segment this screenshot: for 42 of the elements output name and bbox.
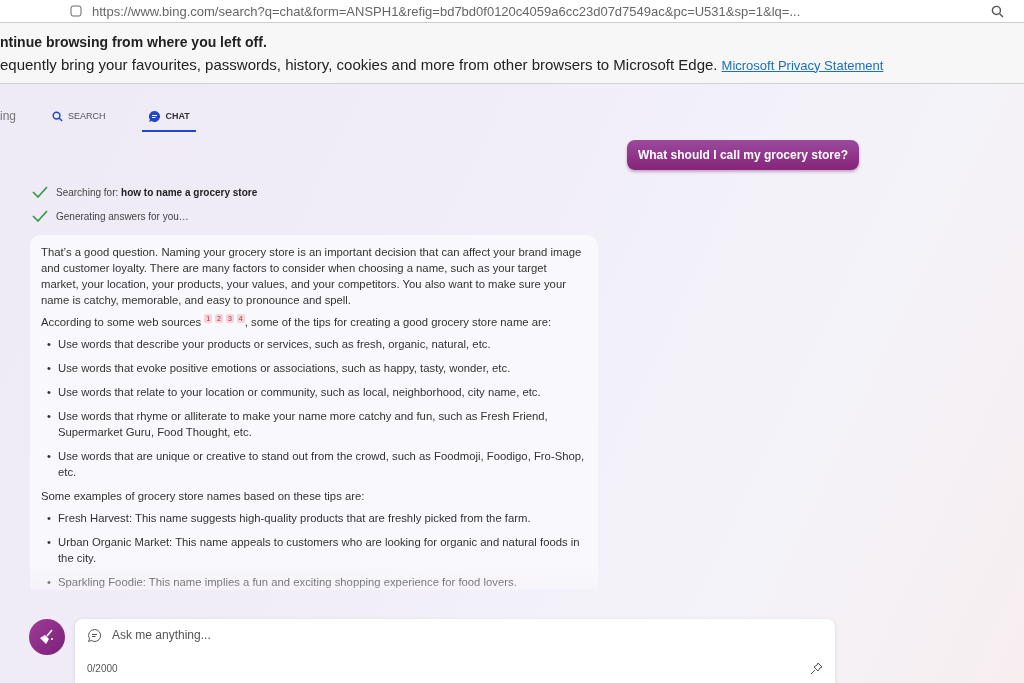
tab[interactable]: CHAT xyxy=(141,102,196,132)
example-item: Fresh Harvest: This name suggests high-quality products that are freshly picked from the farm. xyxy=(57,511,531,526)
tip-item: Use words that relate to your location or community, such as local, neighborhood, city name, etc. xyxy=(57,385,541,400)
checkmark-icon xyxy=(32,186,48,198)
tip-item: Use words that are unique or creative to stand out from the crowd, such as Foodmoji, Foodigo, Fro-Shop, etc. xyxy=(57,449,586,480)
banner-title: ntinue browsing from where you left off. xyxy=(0,33,268,50)
bullet: • xyxy=(47,361,51,376)
banner-message: equently bring your favourites, passwords, history, cookies and more from other browsers to Microsoft Edge. xyxy=(0,55,718,73)
bullet: • xyxy=(47,535,51,550)
chat-input-field[interactable]: Ask me anything... xyxy=(110,627,823,643)
bullet: • xyxy=(47,511,51,526)
progress-text: Generating answers for you… xyxy=(56,210,189,222)
chat-icon xyxy=(87,627,102,643)
bullet: • xyxy=(47,385,51,400)
page-icon xyxy=(70,5,82,17)
broom-icon xyxy=(38,628,56,646)
bullet: • xyxy=(47,337,51,352)
tip-item: Use words that evoke positive emotions or associations, such as happy, tasty, wonder, etc. xyxy=(57,361,511,376)
pin-icon[interactable] xyxy=(810,662,823,675)
search-icon[interactable] xyxy=(991,4,1004,18)
tab[interactable]: SEARCH xyxy=(46,102,112,132)
answer-paragraph: That’s a good question. Naming your grocery store is an important decision that can affect your brand image and customer loyalty. There are many factors to consider when choosing a name, such as your target market, your location, your products, your values, and your competitors. You also want to make sure your name is catchy, memorable, and easy to pronounce and spell. xyxy=(41,245,583,308)
tip-item: Use words that rhyme or alliterate to make your name more catchy and fun, such as Fresh Friend, Supermarket Guru, Food Thought, etc. xyxy=(57,409,549,440)
example-item: Urban Organic Market: This name appeals to customers who are looking for organic and natural foods in the city. xyxy=(57,535,581,566)
bullet: • xyxy=(47,575,51,590)
answer-paragraph: According to some web sources xyxy=(41,316,202,328)
address-bar-url[interactable]: https://www.bing.com/search?q=chat&form=ANSPH1&refig=bd7bd0f0120c4059a6cc23d07d7549ac&pc=U531&sp=1&lq=... xyxy=(92,3,981,19)
example-item: Sparkling Foodie: This name implies a fun and exciting shopping experience for food lovers. xyxy=(57,575,517,590)
tab[interactable]: ing xyxy=(0,102,16,132)
character-counter: 0/2000 xyxy=(87,663,118,674)
answer-paragraph: , some of the tips for creating a good grocery store name are: xyxy=(244,316,552,328)
chat-icon xyxy=(147,109,161,123)
privacy-link[interactable]: Microsoft Privacy Statement xyxy=(721,57,884,73)
answer-paragraph: Some examples of grocery store names based on these tips are: xyxy=(41,489,366,504)
search-icon xyxy=(52,110,63,122)
bullet: • xyxy=(47,409,51,424)
bullet: • xyxy=(47,449,51,464)
tip-item: Use words that describe your products or services, such as fresh, organic, natural, etc. xyxy=(57,337,491,352)
new-topic-button[interactable] xyxy=(29,619,65,655)
progress-text: Searching for: how to name a grocery store xyxy=(56,186,258,198)
user-message: What should I call my grocery store? xyxy=(626,140,859,170)
checkmark-icon xyxy=(32,210,48,222)
